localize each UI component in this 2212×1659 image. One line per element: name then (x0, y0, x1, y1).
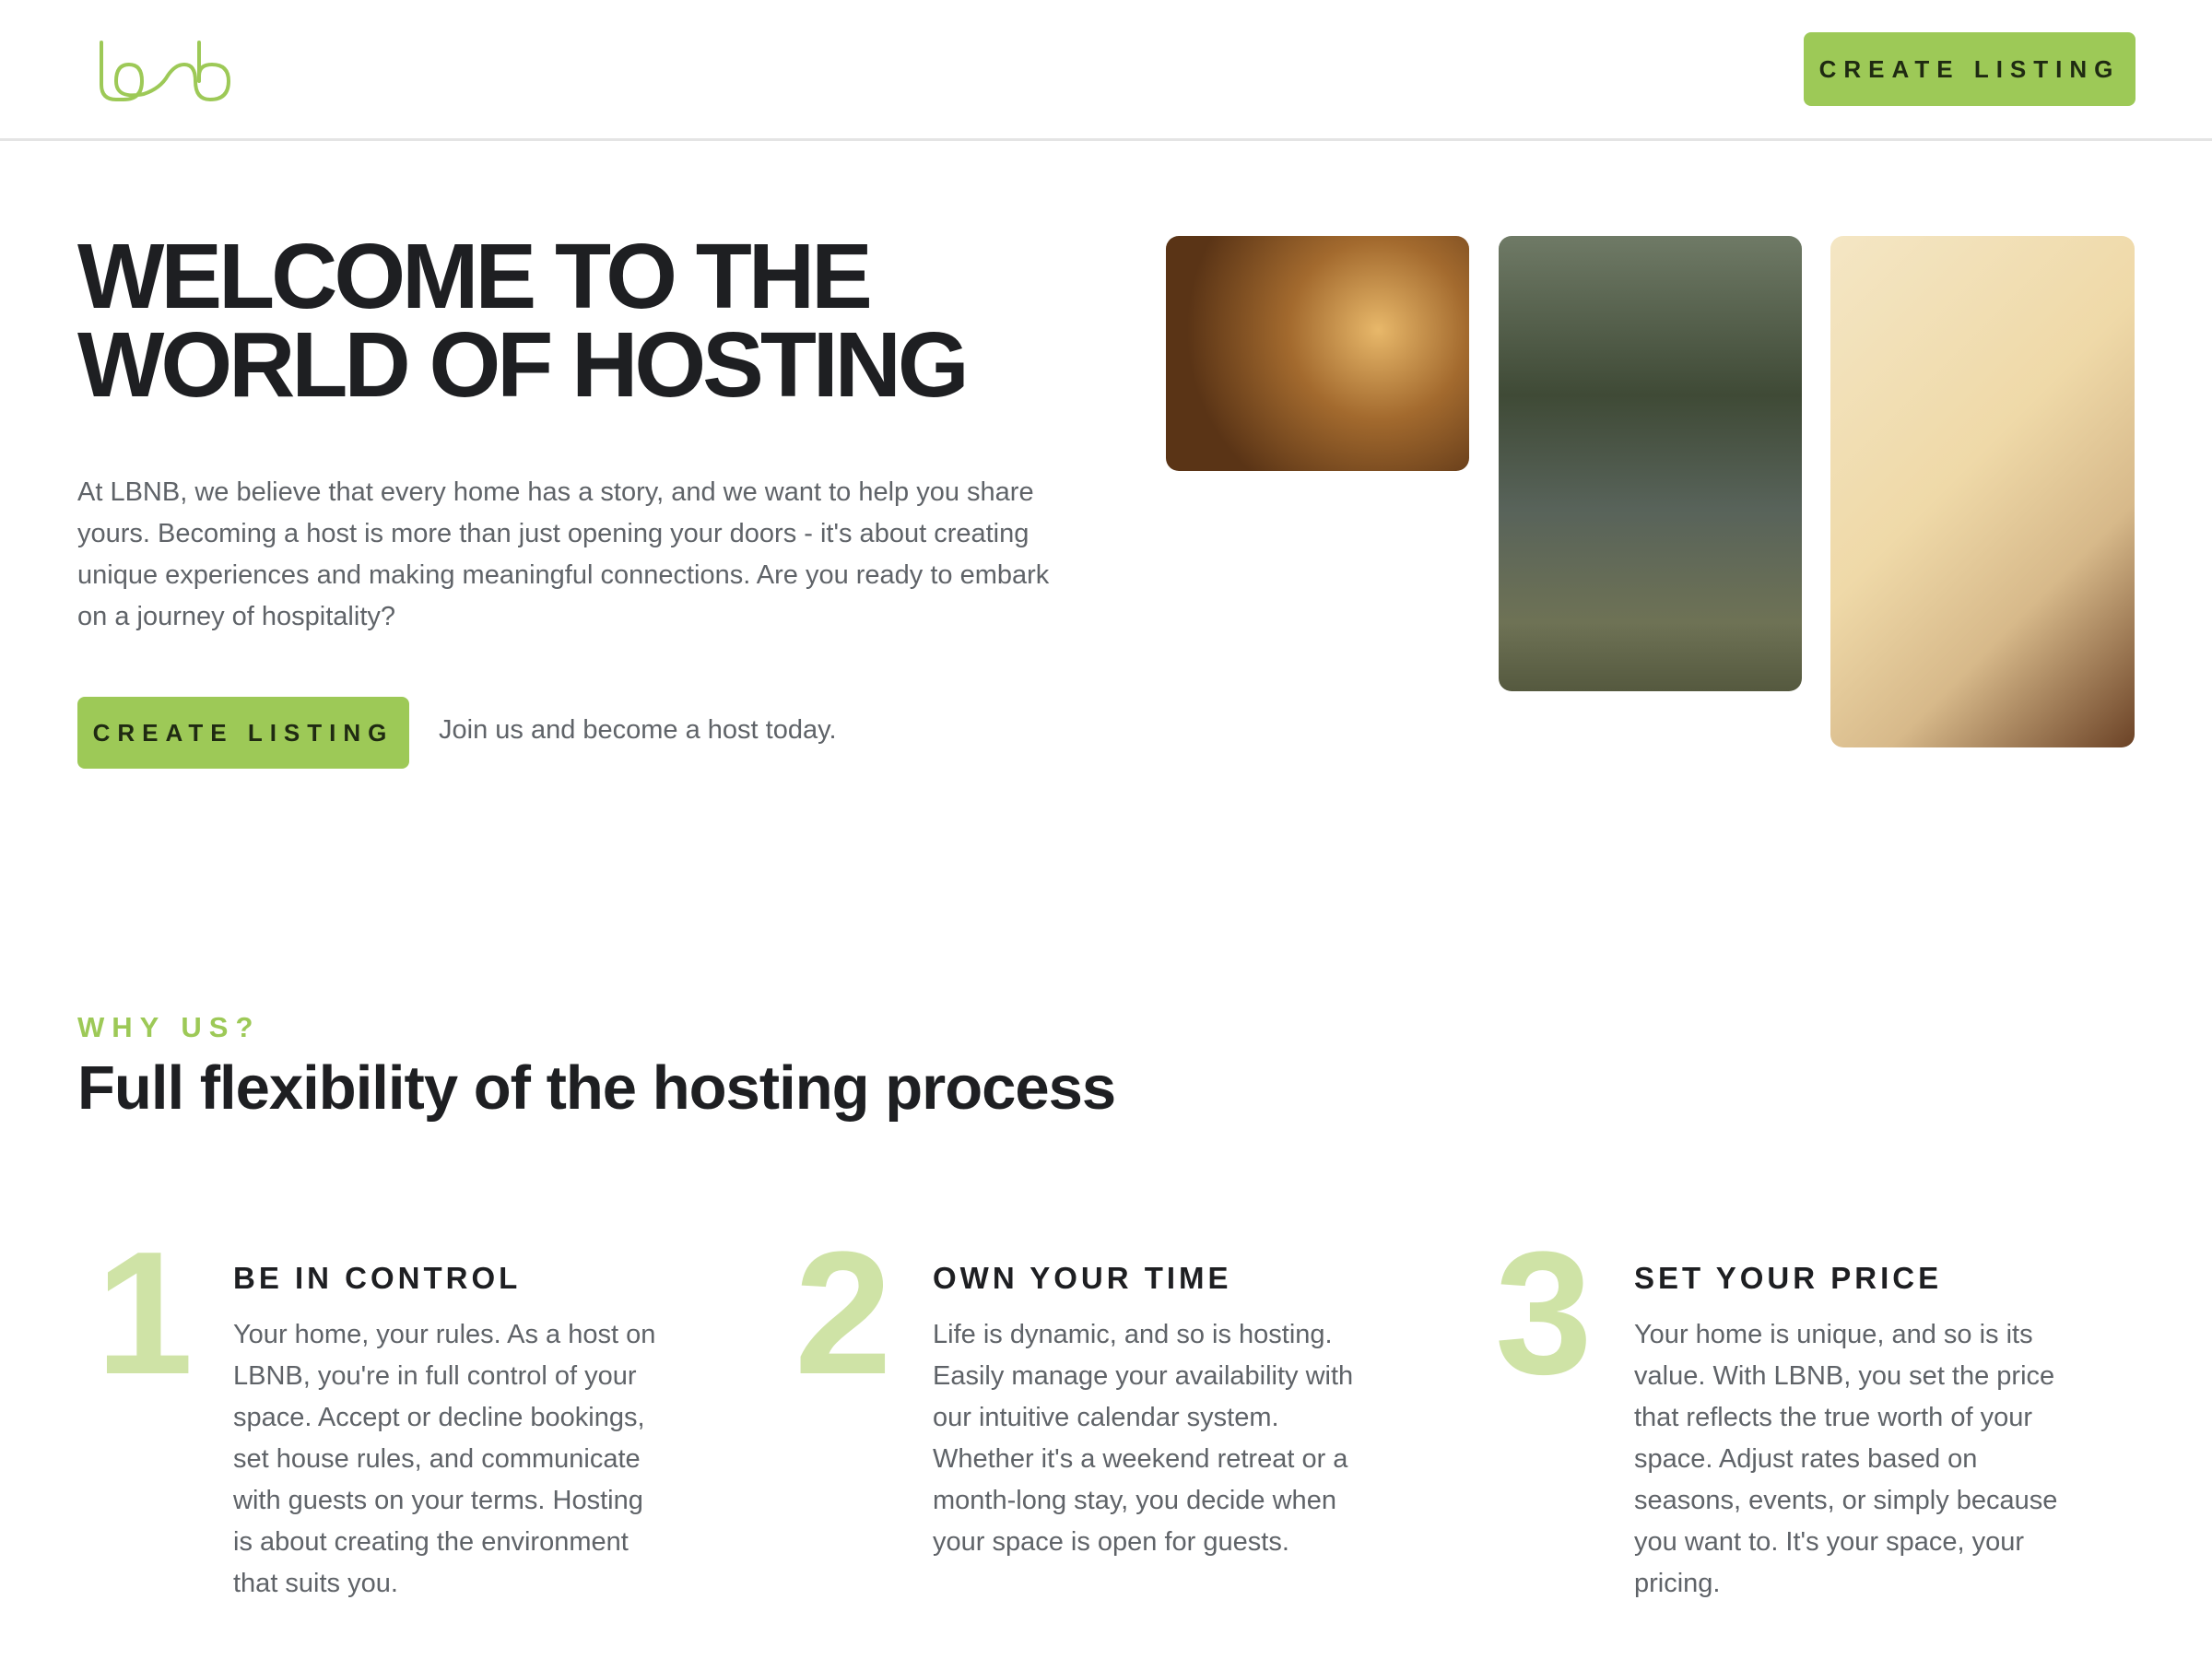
feature-text: Life is dynamic, and so is hosting. Easi… (933, 1320, 1354, 1557)
hero-title-line2: WORLD OF HOSTING (77, 313, 970, 417)
feature-title: OWN YOUR TIME (933, 1261, 1232, 1295)
hero-title: WELCOME TO THE WORLD OF HOSTING (77, 230, 1137, 411)
why-title: Full flexibility of the hosting process (77, 1053, 1116, 1123)
feature-number: 3 (1495, 1216, 1593, 1411)
hero-intro: At LBNB, we believe that every home has … (77, 477, 1050, 631)
why-eyebrow: WHY US? (77, 1011, 261, 1043)
feature-text: Your home is unique, and so is its value… (1634, 1320, 2058, 1598)
hero-create-listing-button[interactable]: CREATE LISTING (77, 697, 409, 769)
site-header: CREATE LISTING (0, 0, 2212, 141)
cta-note: Join us and become a host today. (439, 715, 837, 745)
spiral-staircase-image (1830, 236, 2135, 747)
lbnb-logo[interactable] (96, 39, 243, 103)
header-create-listing-button[interactable]: CREATE LISTING (1804, 32, 2136, 106)
feature-title: BE IN CONTROL (233, 1261, 522, 1295)
living-room-image (1166, 236, 1469, 471)
feature-title: SET YOUR PRICE (1634, 1261, 1943, 1295)
feature-text: Your home, your rules. As a host on LBNB… (233, 1320, 656, 1598)
feature-number: 2 (794, 1216, 892, 1411)
camping-car-image (1499, 236, 1802, 691)
feature-number: 1 (96, 1216, 194, 1411)
